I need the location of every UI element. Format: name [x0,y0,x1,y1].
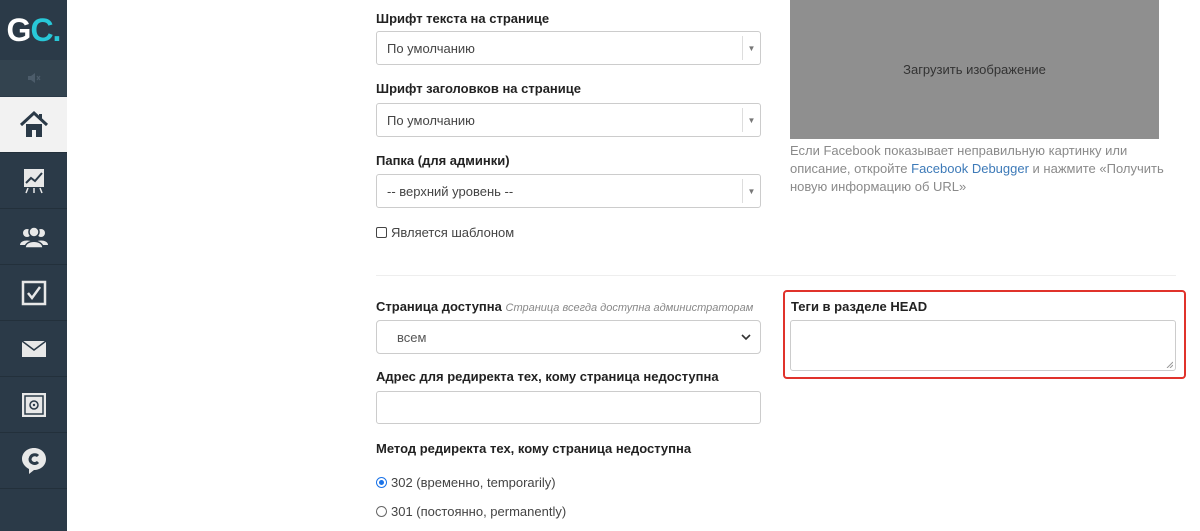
sidebar-item-stats[interactable] [0,153,67,209]
is-template-checkbox[interactable] [376,227,387,238]
availability-hint: Страница всегда доступна администраторам [505,302,754,314]
head-tags-textarea[interactable] [790,320,1176,371]
checkbox-icon [21,280,46,305]
is-template-row: Является шаблоном [376,225,514,240]
logo-accent-text: C. [30,11,61,48]
redirect-302-label: 302 (временно, temporarily) [391,475,556,490]
facebook-note: Если Facebook показывает неправильную ка… [790,142,1180,196]
heading-font-label: Шрифт заголовков на странице [376,81,581,96]
redirect-url-input[interactable] [376,391,761,424]
text-font-select[interactable]: По умолчанию ▼ [376,31,761,65]
heading-font-select[interactable]: По умолчанию ▼ [376,103,761,137]
sidebar-item-home[interactable] [0,97,67,153]
text-font-label: Шрифт текста на странице [376,11,550,26]
resize-handle-icon[interactable] [1166,361,1173,368]
upload-image-area[interactable]: Загрузить изображение [790,0,1159,139]
folder-select[interactable]: -- верхний уровень -- ▼ [376,174,761,208]
sidebar-item-tasks[interactable] [0,265,67,321]
sidebar-item-users[interactable] [0,209,67,265]
dropdown-arrow-icon: ▼ [742,36,760,60]
home-icon [19,110,48,137]
text-font-value: По умолчанию [387,40,475,56]
facebook-debugger-link[interactable]: Facebook Debugger [911,161,1029,176]
redirect-url-label: Адрес для редиректа тех, кому страница н… [376,369,719,384]
availability-select[interactable]: всем [376,320,761,354]
sound-toggle[interactable] [0,60,67,96]
heading-font-value: По умолчанию [387,112,475,128]
speaker-muted-icon [27,73,40,83]
envelope-icon [21,339,46,357]
sidebar-item-mail[interactable] [0,321,67,377]
redirect-method-label: Метод редиректа тех, кому страница недос… [376,441,692,456]
head-tags-label: Теги в разделе HEAD [791,299,928,314]
is-template-label: Является шаблоном [391,225,515,240]
sidebar-item-chat[interactable] [0,433,67,489]
chat-bubble-icon [21,447,46,474]
section-divider [376,275,1176,276]
redirect-302-radio[interactable] [376,477,387,488]
availability-label: Страница доступна Страница всегда доступ… [376,299,753,314]
folder-value: -- верхний уровень -- [387,183,514,199]
availability-label-text: Страница доступна [376,299,502,314]
dropdown-arrow-icon: ▼ [742,108,760,132]
logo-main-text: G [6,11,32,48]
logo[interactable]: GC. [0,0,67,60]
chart-icon [23,168,44,193]
users-icon [19,225,48,249]
redirect-302-row: 302 (временно, temporarily) [376,475,556,490]
folder-label: Папка (для админки) [376,153,510,168]
sidebar-item-safe[interactable] [0,377,67,433]
upload-image-label: Загрузить изображение [903,62,1046,77]
safe-icon [21,392,46,417]
sidebar: GC. [0,0,67,531]
availability-value: всем [397,329,427,345]
redirect-301-label: 301 (постоянно, permanently) [391,504,567,519]
redirect-301-row: 301 (постоянно, permanently) [376,504,566,519]
chevron-down-icon [741,334,751,341]
redirect-301-radio[interactable] [376,506,387,517]
dropdown-arrow-icon: ▼ [742,179,760,203]
